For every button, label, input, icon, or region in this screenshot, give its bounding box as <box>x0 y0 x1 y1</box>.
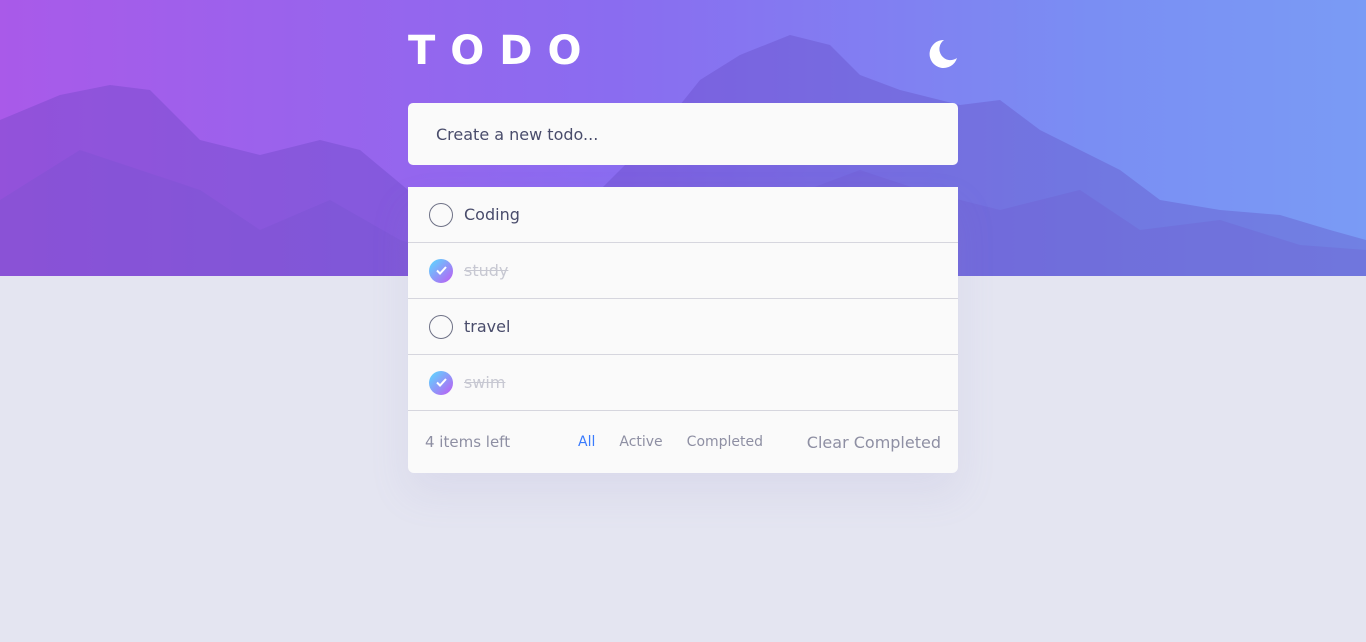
todo-list: Coding study travel swim 4 items left Al… <box>408 187 958 473</box>
filter-active[interactable]: Active <box>619 434 662 450</box>
filter-completed[interactable]: Completed <box>687 434 763 450</box>
todo-checkbox[interactable] <box>429 314 453 339</box>
check-icon <box>435 266 447 275</box>
filter-all[interactable]: All <box>578 434 595 450</box>
todo-item[interactable]: travel <box>408 299 958 355</box>
todo-text: travel <box>464 317 511 336</box>
clear-completed-button[interactable]: Clear Completed <box>807 433 941 452</box>
todo-text: study <box>464 261 509 280</box>
new-todo-input[interactable] <box>436 124 958 144</box>
todo-item[interactable]: study <box>408 243 958 299</box>
todo-item[interactable]: Coding <box>408 187 958 243</box>
items-left-count: 4 items left <box>425 433 511 451</box>
todo-text: swim <box>464 373 506 392</box>
todo-item[interactable]: swim <box>408 355 958 411</box>
new-todo-container <box>408 103 958 165</box>
moon-icon <box>929 39 957 68</box>
check-icon <box>435 378 447 387</box>
todo-checkbox[interactable] <box>429 202 453 227</box>
todo-footer: 4 items left All Active Completed Clear … <box>408 411 958 473</box>
app-title: TODO <box>408 28 597 74</box>
todo-checkbox[interactable] <box>429 258 453 283</box>
theme-toggle-button[interactable] <box>926 38 958 70</box>
todo-text: Coding <box>464 205 520 224</box>
filter-group: All Active Completed <box>578 434 763 450</box>
todo-checkbox[interactable] <box>429 370 453 395</box>
